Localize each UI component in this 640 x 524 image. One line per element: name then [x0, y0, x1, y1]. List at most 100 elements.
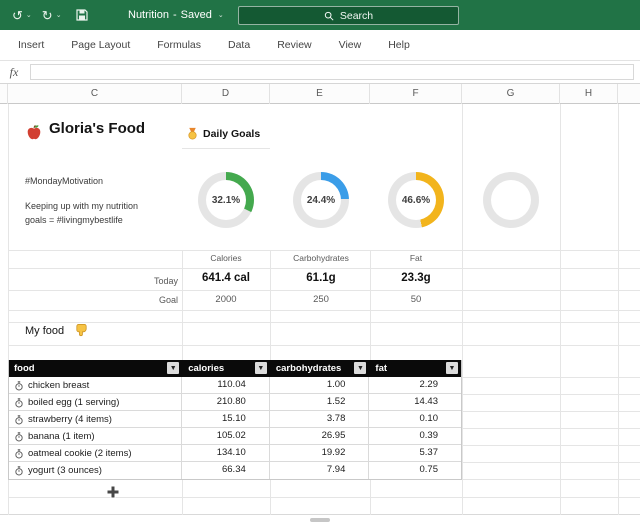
motivation-line1: Keeping up with my nutrition	[25, 201, 138, 211]
calories-cell[interactable]: 110.04	[182, 377, 270, 394]
carbohydrates-cell[interactable]: 26.95	[270, 428, 370, 445]
filter-icon[interactable]: ▼	[167, 362, 179, 374]
sheet-title: Gloria's Food	[49, 120, 145, 137]
carbohydrates-cell[interactable]: 7.94	[270, 462, 370, 479]
food-cell[interactable]: banana (1 item)	[9, 428, 182, 445]
formula-input[interactable]	[30, 64, 634, 80]
my-food-label: My food	[25, 325, 64, 337]
goal-fat-value: 50	[371, 294, 461, 305]
table-row[interactable]: boiled egg (1 serving) 210.80 1.52 14.43	[9, 394, 461, 411]
menu-tab-formulas[interactable]: Formulas	[157, 39, 201, 51]
food-name: chicken breast	[28, 378, 89, 394]
title-bar: ↺ ⌄ ↻ ⌄ Nutrition - Saved ⌄ Search	[0, 0, 640, 30]
menu-tab-data[interactable]: Data	[228, 39, 250, 51]
goal-calories-value: 2000	[181, 294, 271, 305]
food-cell[interactable]: strawberry (4 items)	[9, 411, 182, 428]
cell-cursor-icon	[106, 485, 120, 499]
filter-icon[interactable]: ▼	[446, 362, 458, 374]
menu-bar: Insert Page Layout Formulas Data Review …	[0, 30, 640, 61]
fat-cell[interactable]: 0.75	[369, 462, 461, 479]
save-icon[interactable]	[76, 9, 88, 21]
undo-icon[interactable]: ↺	[12, 9, 23, 22]
column-header-h[interactable]: H	[560, 84, 618, 104]
table-row[interactable]: strawberry (4 items) 15.10 3.78 0.10	[9, 411, 461, 428]
table-row[interactable]: oatmeal cookie (2 items) 134.10 19.92 5.…	[9, 445, 461, 462]
undo-caret-chevron-down-icon[interactable]: ⌄	[26, 11, 32, 19]
carbohydrates-cell[interactable]: 1.52	[270, 394, 370, 411]
menu-tab-help[interactable]: Help	[388, 39, 410, 51]
stopwatch-icon	[14, 381, 24, 391]
menu-tab-review[interactable]: Review	[277, 39, 311, 51]
fx-icon: fx	[0, 61, 28, 83]
donut-percent-calories: 32.1%	[212, 195, 240, 206]
daily-goals-label: Daily Goals	[203, 128, 260, 140]
food-table: food ▼ calories ▼ carbohydrates ▼ fat ▼	[8, 360, 462, 480]
calories-cell[interactable]: 134.10	[182, 445, 270, 462]
column-header-f[interactable]: F	[370, 84, 462, 104]
filter-icon[interactable]: ▼	[354, 362, 366, 374]
table-row[interactable]: chicken breast 110.04 1.00 2.29	[9, 377, 461, 394]
column-header-c[interactable]: C	[8, 84, 182, 104]
calories-cell[interactable]: 15.10	[182, 411, 270, 428]
menu-tab-page-layout[interactable]: Page Layout	[71, 39, 130, 51]
header-calories[interactable]: calories ▼	[182, 360, 270, 377]
menu-tab-view[interactable]: View	[339, 39, 362, 51]
search-label: Search	[340, 10, 373, 22]
redo-icon[interactable]: ↻	[42, 9, 53, 22]
donut-percent-carbohydrates: 24.4%	[307, 195, 335, 206]
food-cell[interactable]: boiled egg (1 serving)	[9, 394, 182, 411]
fat-cell[interactable]: 5.37	[369, 445, 461, 462]
menu-tab-insert[interactable]: Insert	[18, 39, 44, 51]
quick-access-toolbar: ↺ ⌄ ↻ ⌄	[12, 0, 88, 30]
table-row[interactable]: yogurt (3 ounces) 66.34 7.94 0.75	[9, 462, 461, 479]
food-name: boiled egg (1 serving)	[28, 395, 119, 411]
donut-chart-fat[interactable]: 46.6%	[388, 172, 444, 228]
header-fat[interactable]: fat ▼	[369, 360, 461, 377]
food-name: yogurt (3 ounces)	[28, 463, 102, 479]
sheet-scroll-handle[interactable]	[310, 518, 330, 522]
fat-cell[interactable]: 2.29	[369, 377, 461, 394]
donut-chart-carbohydrates[interactable]: 24.4%	[293, 172, 349, 228]
food-name: strawberry (4 items)	[28, 412, 112, 428]
fat-cell[interactable]: 0.10	[369, 411, 461, 428]
fat-cell[interactable]: 14.43	[369, 394, 461, 411]
carbohydrates-cell[interactable]: 1.00	[270, 377, 370, 394]
column-header-d[interactable]: D	[182, 84, 270, 104]
hand-pointer-icon	[74, 322, 89, 337]
header-food[interactable]: food ▼	[9, 360, 182, 377]
food-cell[interactable]: yogurt (3 ounces)	[9, 462, 182, 479]
excel-window: ↺ ⌄ ↻ ⌄ Nutrition - Saved ⌄ Search Inser	[0, 0, 640, 524]
donut-chart-empty[interactable]	[483, 172, 539, 228]
daily-goals-icon	[186, 127, 199, 140]
filter-icon[interactable]: ▼	[255, 362, 267, 374]
food-cell[interactable]: oatmeal cookie (2 items)	[9, 445, 182, 462]
today-carbohydrates-value: 61.1g	[276, 272, 366, 284]
table-row[interactable]: banana (1 item) 105.02 26.95 0.39	[9, 428, 461, 445]
carbohydrates-cell[interactable]: 3.78	[270, 411, 370, 428]
column-header-e[interactable]: E	[270, 84, 370, 104]
donut-chart-calories[interactable]: 32.1%	[198, 172, 254, 228]
carbohydrates-cell[interactable]: 19.92	[270, 445, 370, 462]
calories-cell[interactable]: 66.34	[182, 462, 270, 479]
motivation-line2: goals = #livingmybestlife	[25, 215, 123, 225]
fat-cell[interactable]: 0.39	[369, 428, 461, 445]
column-header-g[interactable]: G	[462, 84, 560, 104]
calories-cell[interactable]: 210.80	[182, 394, 270, 411]
goal-carbohydrates-value: 250	[276, 294, 366, 305]
document-title: Nutrition	[128, 9, 169, 21]
stopwatch-icon	[14, 415, 24, 425]
title-chevron-down-icon: ⌄	[218, 11, 224, 19]
today-fat-value: 23.3g	[371, 272, 461, 284]
calories-cell[interactable]: 105.02	[182, 428, 270, 445]
document-title-group[interactable]: Nutrition - Saved ⌄	[128, 0, 224, 30]
food-table-header: food ▼ calories ▼ carbohydrates ▼ fat ▼	[9, 360, 461, 377]
food-cell[interactable]: chicken breast	[9, 377, 182, 394]
search-box[interactable]: Search	[238, 6, 459, 25]
today-label: Today	[100, 276, 178, 286]
motivation-tag: #MondayMotivation	[25, 176, 103, 186]
header-carbohydrates[interactable]: carbohydrates ▼	[270, 360, 370, 377]
apple-icon	[25, 123, 43, 141]
stopwatch-icon	[14, 432, 24, 442]
redo-caret-chevron-down-icon[interactable]: ⌄	[56, 11, 62, 19]
column-headers: C D E F G H	[0, 84, 640, 104]
